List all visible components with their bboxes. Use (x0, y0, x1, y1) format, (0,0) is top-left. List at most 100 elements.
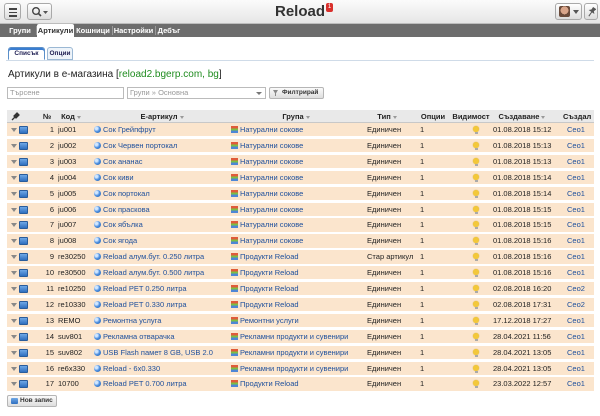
row-e-article[interactable]: Ремонтна услуга (94, 314, 231, 328)
row-menu-icon[interactable] (11, 382, 17, 387)
single-view-icon[interactable] (19, 173, 28, 182)
row-e-article[interactable]: Reload алум.бут. 0.250 литра (94, 250, 231, 264)
row-created-by[interactable]: Ceo1 (567, 250, 593, 264)
row-created-by[interactable]: Ceo1 (567, 362, 593, 376)
row-menu-icon[interactable] (11, 159, 17, 164)
e-article-link[interactable]: Сок ягода (103, 236, 137, 245)
table-row[interactable]: 13 REMO Ремонтна услуга Ремонтни услуги Един… (7, 313, 594, 329)
visibility-bulb-icon[interactable] (473, 141, 479, 150)
group-link[interactable]: Продукти Reload (240, 252, 299, 261)
row-menu-icon[interactable] (11, 239, 17, 244)
e-article-link[interactable]: USB Flash памет 8 GB, USB 2.0 (103, 348, 213, 357)
table-row[interactable]: 15 suv802 USB Flash памет 8 GB, USB 2.0 Рек… (7, 345, 594, 360)
user-menu-button[interactable] (555, 3, 582, 20)
user-link[interactable]: Ceo2 (567, 300, 585, 309)
row-group[interactable]: Продукти Reload (231, 266, 361, 280)
e-article-link[interactable]: Сок Грейпфрут (103, 125, 156, 134)
visibility-bulb-icon[interactable] (473, 316, 479, 325)
e-article-link[interactable]: Reload алум.бут. 0.500 литра (103, 268, 204, 277)
row-e-article[interactable]: Рекламна отварачка (94, 330, 231, 344)
table-row[interactable]: 11 re10250 Reload PET 0.250 литра Продукти … (7, 282, 594, 297)
col-created-by[interactable]: Създал (563, 110, 594, 123)
visibility-bulb-icon[interactable] (473, 253, 479, 262)
single-view-icon[interactable] (19, 316, 28, 325)
single-view-icon[interactable] (19, 285, 28, 293)
row-menu-icon[interactable] (11, 318, 17, 323)
row-group[interactable]: Натурални сокове (231, 234, 361, 248)
row-created-by[interactable]: Ceo1 (567, 171, 593, 185)
row-menu-icon[interactable] (11, 350, 17, 355)
notification-badge[interactable]: 1 (326, 3, 333, 12)
single-view-icon[interactable] (19, 300, 28, 309)
nav-tab-debug[interactable]: Дебъг (156, 24, 182, 37)
user-link[interactable]: Ceo2 (567, 284, 585, 293)
e-article-link[interactable]: Reload алум.бут. 0.250 литра (103, 252, 204, 261)
row-e-article[interactable]: Сок ананас (94, 155, 231, 169)
e-article-link[interactable]: Сок портокал (103, 189, 150, 198)
e-article-link[interactable]: Ремонтна услуга (103, 316, 161, 325)
group-link[interactable]: Натурални сокове (240, 141, 303, 150)
table-row[interactable]: 8 ju008 Сок ягода Натурални сокове Единичен 1… (7, 234, 594, 249)
row-menu-icon[interactable] (11, 255, 17, 260)
row-e-article[interactable]: Reload PET 0.250 литра (94, 282, 231, 296)
row-e-article[interactable]: Reload алум.бут. 0.500 литра (94, 266, 231, 280)
search-input[interactable]: Търсене (7, 87, 124, 99)
group-link[interactable]: Рекламни продукти и сувенири (240, 348, 348, 357)
group-link[interactable]: Продукти Reload (240, 379, 299, 388)
group-link[interactable]: Продукти Reload (240, 300, 299, 309)
row-group[interactable]: Рекламни продукти и сувенири (231, 362, 361, 376)
row-menu-icon[interactable] (11, 128, 17, 132)
group-link[interactable]: Натурални сокове (240, 173, 303, 182)
row-created-by[interactable]: Ceo2 (567, 298, 593, 312)
user-link[interactable]: Ceo1 (567, 364, 585, 373)
col-visibility[interactable]: Видимост (449, 110, 493, 123)
e-article-link[interactable]: Reload - 6x0.330 (103, 364, 160, 373)
table-row[interactable]: 3 ju003 Сок ананас Натурални сокове Единичен… (7, 154, 594, 170)
row-menu-icon[interactable] (11, 287, 17, 291)
e-article-link[interactable]: Сок ананас (103, 157, 143, 166)
row-e-article[interactable]: Reload PET 0.330 литра (94, 298, 231, 312)
row-group[interactable]: Натурални сокове (231, 187, 361, 201)
e-article-link[interactable]: Reload PET 0.330 литра (103, 300, 187, 309)
user-link[interactable]: Ceo1 (567, 220, 585, 229)
nav-tab-settings[interactable]: Настройки (113, 24, 154, 37)
group-select[interactable]: Групи » Основна (127, 87, 266, 99)
table-row[interactable]: 5 ju005 Сок портокал Натурални сокове Единич… (7, 186, 594, 201)
user-link[interactable]: Ceo1 (567, 379, 585, 388)
group-link[interactable]: Натурални сокове (240, 189, 303, 198)
row-e-article[interactable]: USB Flash памет 8 GB, USB 2.0 (94, 346, 231, 360)
row-e-article[interactable]: Сок портокал (94, 187, 231, 201)
group-link[interactable]: Натурални сокове (240, 220, 303, 229)
col-group[interactable]: Група (231, 110, 361, 123)
user-link[interactable]: Ceo1 (567, 268, 585, 277)
single-view-icon[interactable] (19, 189, 28, 198)
row-group[interactable]: Продукти Reload (231, 250, 361, 264)
group-link[interactable]: Ремонтни услуги (240, 316, 299, 325)
table-row[interactable]: 10 re30500 Reload алум.бут. 0.500 литра Про… (7, 266, 594, 281)
row-created-by[interactable]: Ceo1 (567, 346, 593, 360)
row-created-by[interactable]: Ceo1 (567, 187, 593, 201)
visibility-bulb-icon[interactable] (473, 332, 479, 341)
row-created-by[interactable]: Ceo1 (567, 123, 593, 137)
user-link[interactable]: Ceo1 (567, 205, 585, 214)
row-group[interactable]: Рекламни продукти и сувенири (231, 346, 361, 360)
visibility-bulb-icon[interactable] (473, 380, 479, 389)
row-group[interactable]: Натурални сокове (231, 203, 361, 217)
visibility-bulb-icon[interactable] (473, 237, 479, 246)
row-group[interactable]: Натурални сокове (231, 123, 361, 137)
single-view-icon[interactable] (19, 205, 28, 214)
group-link[interactable]: Натурални сокове (240, 236, 303, 245)
visibility-bulb-icon[interactable] (473, 189, 479, 198)
row-created-by[interactable]: Ceo1 (567, 266, 593, 280)
row-created-by[interactable]: Ceo2 (567, 282, 593, 296)
visibility-bulb-icon[interactable] (473, 221, 479, 230)
single-view-icon[interactable] (19, 269, 28, 278)
table-row[interactable]: 4 ju004 Сок киви Натурални сокове Единичен 1 0… (7, 170, 594, 186)
row-menu-icon[interactable] (11, 302, 17, 307)
row-e-article[interactable]: Сок Грейпфрут (94, 123, 231, 137)
row-group[interactable]: Продукти Reload (231, 282, 361, 296)
single-view-icon[interactable] (19, 332, 28, 341)
single-view-icon[interactable] (19, 126, 28, 134)
table-row[interactable]: 14 suv801 Рекламна отварачка Рекламни проду… (7, 329, 594, 345)
row-created-by[interactable]: Ceo1 (567, 234, 593, 248)
